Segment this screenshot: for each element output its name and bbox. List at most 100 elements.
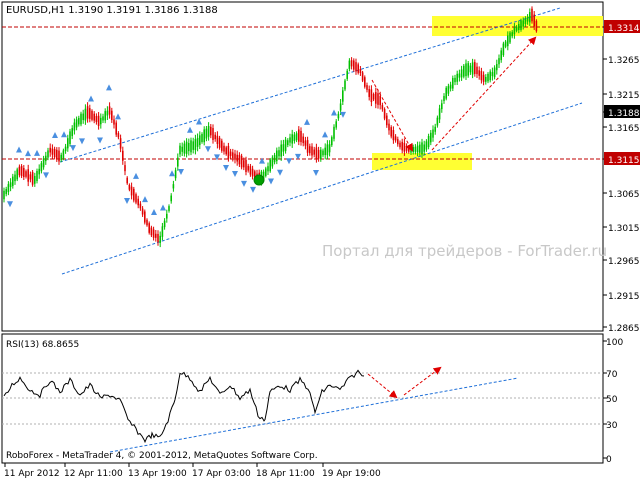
price-bar <box>445 87 447 99</box>
price-bar <box>232 152 234 159</box>
price-bar <box>82 113 84 121</box>
price-bar <box>273 155 276 163</box>
price-bar <box>313 149 315 155</box>
time-label: 17 Apr 03:00 <box>192 469 251 479</box>
price-bar <box>465 63 467 77</box>
price-bar <box>447 86 450 94</box>
price-bar <box>359 68 362 74</box>
price-tick-label: 1.2915 <box>608 292 640 302</box>
price-bar <box>225 147 227 155</box>
price-bar <box>529 12 531 23</box>
price-bar <box>471 62 474 75</box>
price-bar <box>27 169 29 182</box>
price-bar <box>498 58 500 65</box>
price-bar <box>467 63 469 76</box>
price-bar <box>513 27 516 35</box>
price-bar <box>531 8 533 22</box>
price-bar <box>344 80 346 90</box>
price-bar <box>113 119 115 125</box>
price-bar <box>432 129 434 138</box>
price-bar <box>304 140 307 146</box>
price-bar <box>392 130 395 141</box>
price-bar <box>320 149 322 160</box>
price-bar <box>511 32 513 37</box>
chart-window: EURUSD,H1 1.3190 1.3191 1.3186 1.3188 По… <box>0 0 640 481</box>
price-bar <box>300 130 302 143</box>
price-bar <box>227 145 230 159</box>
price-bar <box>388 123 390 131</box>
price-bar <box>502 43 505 56</box>
price-bar <box>375 92 377 104</box>
price-bar <box>346 70 348 79</box>
chart-canvas[interactable]: EURUSD,H1 1.3190 1.3191 1.3186 1.3188 По… <box>0 0 640 481</box>
price-bar <box>119 138 122 149</box>
price-bar <box>115 122 117 135</box>
rsi-tick-label: 70 <box>606 370 618 380</box>
price-tick-label: 1.3165 <box>608 124 640 134</box>
price-bar <box>282 144 285 152</box>
price-bar <box>53 148 56 158</box>
price-bar <box>333 126 335 139</box>
price-bar <box>478 70 480 76</box>
price-bar <box>203 129 205 143</box>
price-bar <box>456 73 458 82</box>
price-bar <box>326 144 329 156</box>
price-tick-label: 1.2865 <box>608 324 640 334</box>
price-bar <box>408 147 410 152</box>
price-bar <box>460 69 463 78</box>
price-bar <box>291 134 293 144</box>
price-bar <box>181 146 183 152</box>
price-bar <box>159 235 161 243</box>
price-bar <box>102 116 104 121</box>
price-bar <box>416 145 419 153</box>
price-bar <box>12 176 14 186</box>
price-bar <box>526 17 529 22</box>
price-bar <box>421 142 423 155</box>
price-bar <box>236 154 238 162</box>
price-bar <box>133 188 135 201</box>
price-bar <box>496 64 498 71</box>
price-bar <box>269 159 271 172</box>
price-bar <box>108 106 111 115</box>
price-bar <box>111 110 113 121</box>
price-bar <box>25 171 27 177</box>
price-bar <box>58 150 60 162</box>
price-bar <box>482 74 485 82</box>
price-bar <box>518 23 520 30</box>
price-bar <box>306 140 309 153</box>
price-bar <box>126 177 128 184</box>
price-bar <box>216 135 219 144</box>
price-bar <box>135 194 137 203</box>
price-bar <box>56 149 58 160</box>
price-bar <box>454 77 456 83</box>
price-bar <box>194 139 197 151</box>
price-bar <box>278 150 280 157</box>
price-bar <box>243 160 245 168</box>
price-bar <box>328 144 331 153</box>
price-bar <box>427 136 430 148</box>
time-label: 11 Apr 2012 <box>4 469 60 479</box>
price-bar <box>280 144 282 157</box>
price-bar <box>403 142 406 152</box>
price-bar <box>533 14 535 27</box>
price-bar <box>412 147 414 153</box>
price-bar <box>463 65 465 77</box>
price-bar <box>223 145 225 152</box>
price-bar <box>491 72 494 77</box>
price-bar <box>287 140 289 146</box>
price-bar <box>64 146 67 152</box>
price-bar <box>500 50 502 61</box>
price-bar <box>146 219 148 226</box>
price-bar <box>251 168 254 177</box>
price-bar <box>353 60 355 70</box>
price-bar <box>504 41 507 47</box>
price-bar <box>221 140 223 151</box>
entry-point-marker[interactable] <box>253 174 265 186</box>
price-bar <box>3 190 5 200</box>
price-bar <box>190 140 192 153</box>
rsi-tick-label: 0 <box>606 455 612 465</box>
time-label: 18 Apr 11:00 <box>256 469 315 479</box>
price-tick-label: 1.3265 <box>608 56 640 66</box>
price-bar <box>23 168 25 178</box>
price-bar <box>137 198 139 206</box>
